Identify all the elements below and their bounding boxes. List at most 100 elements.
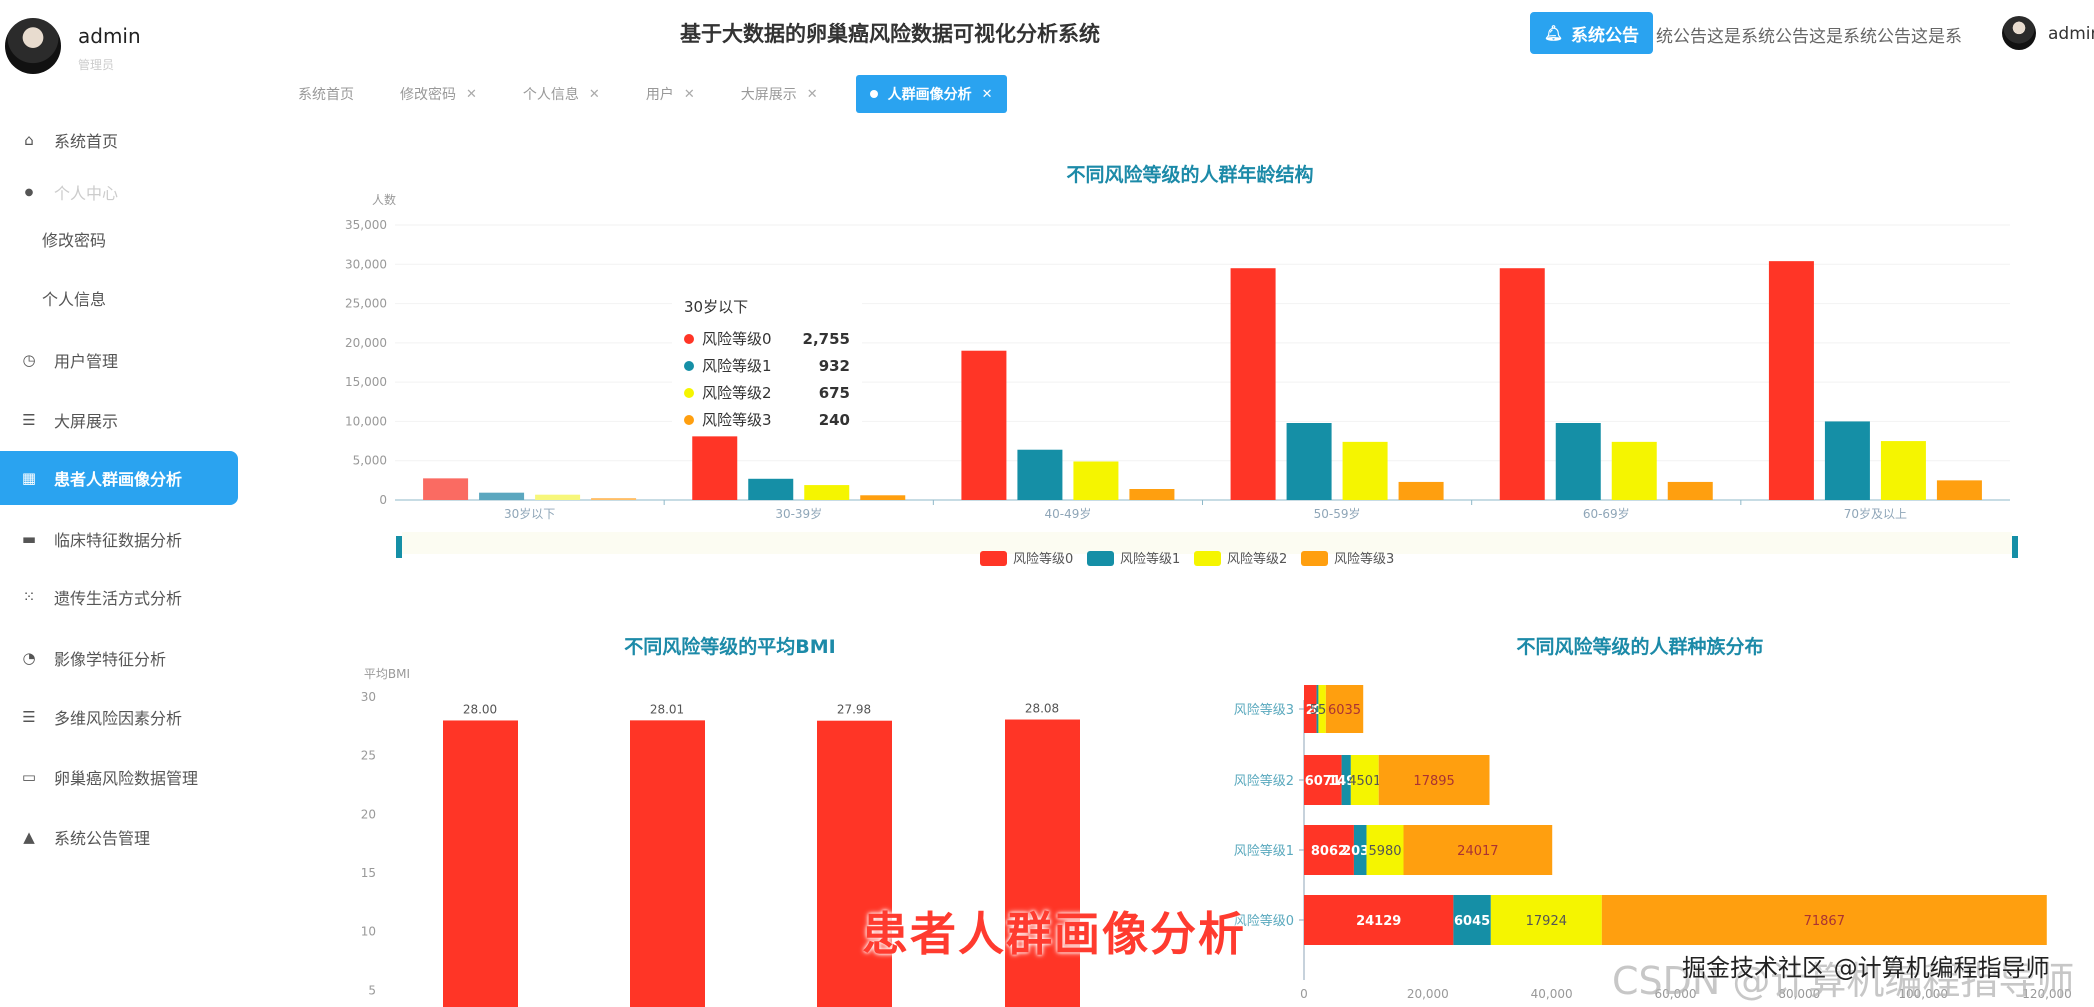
- tooltip-series-name: 风险等级3: [702, 411, 772, 429]
- datazoom-track: [402, 532, 2012, 554]
- bar-风险等级3: [1667, 481, 1713, 500]
- bar-风险等级2: [1611, 441, 1657, 500]
- x-tick-label: 70岁及以上: [1844, 506, 1907, 521]
- y-tick-label: 风险等级2: [1234, 773, 1294, 789]
- datazoom-handle-right: [2012, 536, 2018, 558]
- y-tick-label: 风险等级3: [1234, 702, 1294, 718]
- y-tick-label: 20: [361, 807, 376, 821]
- y-axis-label: 人数: [372, 192, 396, 207]
- tooltip-series-name: 风险等级1: [702, 357, 772, 375]
- bar-风险等级0: [1230, 268, 1276, 500]
- data-label: 24017: [1457, 844, 1498, 859]
- legend-label: 风险等级1: [1120, 551, 1180, 567]
- y-tick-label: 5,000: [353, 454, 387, 468]
- bar-风险等级0: [961, 350, 1007, 500]
- y-tick-label: 30,000: [345, 257, 387, 271]
- bar-风险等级1: [1017, 449, 1063, 500]
- bar-风险等级1: [1824, 421, 1870, 500]
- legend-swatch: [1194, 551, 1221, 566]
- x-tick-label: 0: [1300, 987, 1308, 1001]
- data-label: 6035: [1328, 703, 1361, 718]
- y-tick-label: 10: [361, 925, 376, 939]
- x-tick-label: 40,000: [1531, 987, 1573, 1001]
- legend-label: 风险等级0: [1013, 551, 1073, 567]
- x-tick-label: 30-39岁: [775, 506, 822, 521]
- datazoom-handle-left: [396, 536, 402, 558]
- bar-风险等级1: [1555, 423, 1601, 500]
- y-tick-label: 0: [379, 493, 387, 507]
- bar-风险等级3: [1398, 481, 1444, 500]
- bar-风险等级2: [1880, 441, 1926, 500]
- legend-dot-icon: [684, 360, 694, 371]
- tooltip-row: 风险等级3 240: [684, 406, 850, 433]
- bar-风险等级2: [804, 485, 850, 500]
- data-label: 17895: [1413, 774, 1454, 789]
- y-tick-label: 35,000: [345, 218, 387, 232]
- bar-风险等级2: [535, 494, 581, 500]
- bar-风险等级0: [1768, 261, 1814, 500]
- data-label: 27.98: [837, 703, 871, 717]
- y-tick-label: 25: [361, 749, 376, 763]
- x-tick-label: 30岁以下: [504, 506, 555, 521]
- bar-风险等级3: [591, 498, 637, 500]
- bar-风险等级3: [1129, 489, 1175, 500]
- x-tick-label: 40-49岁: [1044, 506, 1091, 521]
- bmi-bar: [817, 720, 892, 1007]
- bar-风险等级1: [1286, 423, 1332, 500]
- data-label: 5980: [1368, 844, 1401, 859]
- x-tick-label: 50-59岁: [1314, 506, 1361, 521]
- data-label: 6045: [1454, 914, 1490, 929]
- tooltip-value: 240: [818, 410, 850, 429]
- legend-swatch: [1301, 551, 1328, 566]
- bar-风险等级1: [479, 492, 525, 500]
- data-label: 28.00: [463, 702, 497, 716]
- bmi-bar: [443, 720, 518, 1007]
- tooltip-value: 932: [818, 356, 850, 375]
- legend-dot-icon: [684, 387, 694, 398]
- y-tick-label: 20,000: [345, 336, 387, 350]
- data-label: 28.01: [650, 702, 684, 716]
- video-caption: 患者人群画像分析: [862, 907, 1246, 961]
- bar-风险等级0: [423, 478, 469, 500]
- data-label: 28.08: [1025, 702, 1059, 716]
- legend-dot-icon: [684, 414, 694, 425]
- tooltip-value: 2,755: [802, 329, 850, 348]
- y-tick-label: 30: [361, 690, 376, 704]
- data-label: 71867: [1804, 914, 1845, 929]
- x-tick-label: 60-69岁: [1583, 506, 1630, 521]
- bar-风险等级3: [860, 495, 906, 500]
- data-label: 17924: [1526, 914, 1567, 929]
- y-axis-label: 平均BMI: [364, 667, 410, 681]
- tooltip-row: 风险等级2 675: [684, 379, 850, 406]
- tooltip-series-name: 风险等级0: [702, 330, 772, 348]
- chart-tooltip: 30岁以下 风险等级0 2,755 风险等级1 932 风险等级2 675 风险等级3 240: [672, 290, 862, 430]
- y-tick-label: 风险等级1: [1234, 843, 1294, 859]
- legend-label: 风险等级3: [1334, 551, 1394, 567]
- bar-风险等级3: [1936, 480, 1982, 500]
- tooltip-row: 风险等级0 2,755: [684, 325, 850, 352]
- legend-swatch: [980, 551, 1007, 566]
- y-tick-label: 15: [361, 866, 376, 880]
- y-tick-label: 15,000: [345, 375, 387, 389]
- bar-风险等级0: [692, 436, 738, 500]
- y-tick-label: 10,000: [345, 414, 387, 428]
- charts-canvas: 0 5,000 10,000 15,000 20,000 25,000 30,000 35,0…: [345, 192, 2072, 1007]
- legend-dot-icon: [684, 333, 694, 344]
- bmi-bar: [630, 720, 705, 1007]
- data-label: 4501: [1348, 774, 1381, 789]
- legend-swatch: [1087, 551, 1114, 566]
- tooltip-row: 风险等级1 932: [684, 352, 850, 379]
- bar-风险等级2: [1342, 441, 1388, 500]
- x-tick-label: 20,000: [1407, 987, 1449, 1001]
- bar-风险等级0: [1499, 268, 1545, 500]
- tooltip-series-name: 风险等级2: [702, 384, 772, 402]
- tooltip-value: 675: [818, 383, 850, 402]
- y-tick-label: 5: [368, 983, 376, 997]
- watermark-juejin: 掘金技术社区 @计算机编程指导师: [1682, 954, 2050, 982]
- y-tick-label: 25,000: [345, 297, 387, 311]
- data-label: 24129: [1356, 914, 1401, 929]
- bar-风险等级2: [1073, 461, 1119, 500]
- tooltip-title: 30岁以下: [684, 298, 749, 316]
- legend-label: 风险等级2: [1227, 551, 1287, 567]
- bar-风险等级1: [748, 478, 794, 500]
